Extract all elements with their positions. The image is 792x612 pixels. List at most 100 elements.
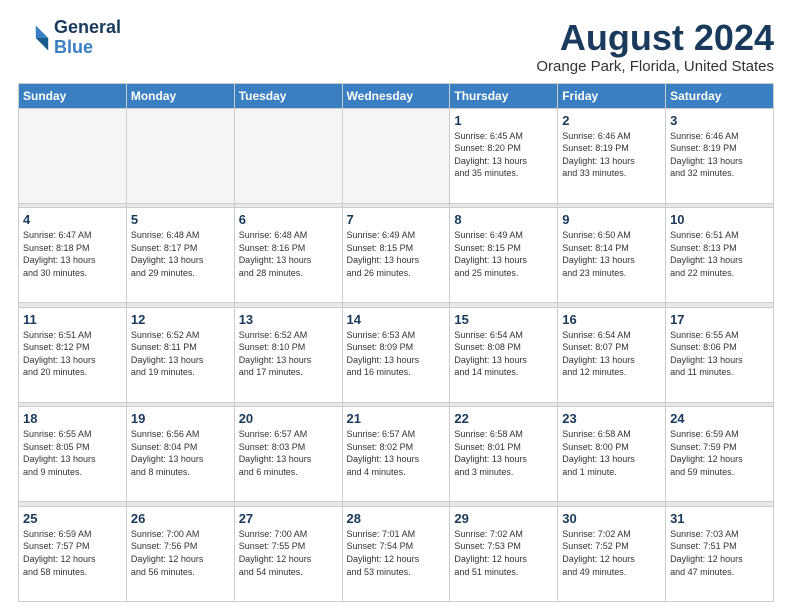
cell-w4-d7: 24Sunrise: 6:59 AMSunset: 7:59 PMDayligh… — [666, 407, 774, 502]
day-info: Sunrise: 6:58 AMSunset: 8:00 PMDaylight:… — [562, 428, 661, 478]
day-number: 7 — [347, 212, 446, 227]
page: General Blue August 2024 Orange Park, Fl… — [0, 0, 792, 612]
day-info: Sunrise: 6:54 AMSunset: 8:07 PMDaylight:… — [562, 329, 661, 379]
cell-w1-d7: 3 Sunrise: 6:46 AMSunset: 8:19 PMDaylight… — [666, 108, 774, 203]
logo-name-line1: General — [54, 18, 121, 38]
cell-w1-d4 — [342, 108, 450, 203]
cell-w3-d2: 12 Sunrise: 6:52 AMSunset: 8:11 PMDayligh… — [126, 307, 234, 402]
cell-w1-d2 — [126, 108, 234, 203]
header-monday: Monday — [126, 83, 234, 108]
day-info: Sunrise: 6:52 AMSunset: 8:10 PMDaylight:… — [239, 329, 338, 379]
day-number: 4 — [23, 212, 122, 227]
cell-w4-d4: 21 Sunrise: 6:57 AMSunset: 8:02 PMDayligh… — [342, 407, 450, 502]
weekday-header-row: Sunday Monday Tuesday Wednesday Thursday… — [19, 83, 774, 108]
cell-w1-d5: 1Sunrise: 6:45 AMSunset: 8:20 PMDaylight… — [450, 108, 558, 203]
day-number: 11 — [23, 312, 122, 327]
cell-w5-d4: 28 Sunrise: 7:01 AMSunset: 7:54 PMDayligh… — [342, 506, 450, 601]
day-info: Sunrise: 6:51 AMSunset: 8:13 PMDaylight:… — [670, 229, 769, 279]
week-row-1: 1Sunrise: 6:45 AMSunset: 8:20 PMDaylight… — [19, 108, 774, 203]
day-info: Sunrise: 6:55 AMSunset: 8:05 PMDaylight:… — [23, 428, 122, 478]
day-info: Sunrise: 7:02 AMSunset: 7:53 PMDaylight:… — [454, 528, 553, 578]
cell-w5-d2: 26Sunrise: 7:00 AMSunset: 7:56 PMDayligh… — [126, 506, 234, 601]
cell-w3-d4: 14 Sunrise: 6:53 AMSunset: 8:09 PMDayligh… — [342, 307, 450, 402]
day-number: 5 — [131, 212, 230, 227]
day-info: Sunrise: 6:48 AMSunset: 8:16 PMDaylight:… — [239, 229, 338, 279]
cell-w2-d6: 9Sunrise: 6:50 AMSunset: 8:14 PMDaylight… — [558, 208, 666, 303]
day-info: Sunrise: 6:51 AMSunset: 8:12 PMDaylight:… — [23, 329, 122, 379]
cell-w5-d1: 25 Sunrise: 6:59 AMSunset: 7:57 PMDayligh… — [19, 506, 127, 601]
header-saturday: Saturday — [666, 83, 774, 108]
day-number: 9 — [562, 212, 661, 227]
cell-w3-d6: 16Sunrise: 6:54 AMSunset: 8:07 PMDayligh… — [558, 307, 666, 402]
calendar-table: Sunday Monday Tuesday Wednesday Thursday… — [18, 83, 774, 602]
day-info: Sunrise: 6:57 AMSunset: 8:02 PMDaylight:… — [347, 428, 446, 478]
day-number: 27 — [239, 511, 338, 526]
day-number: 31 — [670, 511, 769, 526]
day-number: 6 — [239, 212, 338, 227]
day-info: Sunrise: 6:59 AMSunset: 7:57 PMDaylight:… — [23, 528, 122, 578]
day-info: Sunrise: 6:56 AMSunset: 8:04 PMDaylight:… — [131, 428, 230, 478]
day-info: Sunrise: 7:02 AMSunset: 7:52 PMDaylight:… — [562, 528, 661, 578]
day-number: 3 — [670, 113, 769, 128]
day-info: Sunrise: 6:45 AMSunset: 8:20 PMDaylight:… — [454, 130, 553, 180]
day-info: Sunrise: 6:49 AMSunset: 8:15 PMDaylight:… — [347, 229, 446, 279]
day-number: 14 — [347, 312, 446, 327]
day-number: 8 — [454, 212, 553, 227]
cell-w4-d6: 23 Sunrise: 6:58 AMSunset: 8:00 PMDayligh… — [558, 407, 666, 502]
day-number: 20 — [239, 411, 338, 426]
day-info: Sunrise: 6:54 AMSunset: 8:08 PMDaylight:… — [454, 329, 553, 379]
day-number: 30 — [562, 511, 661, 526]
day-info: Sunrise: 6:53 AMSunset: 8:09 PMDaylight:… — [347, 329, 446, 379]
header-thursday: Thursday — [450, 83, 558, 108]
title-block: August 2024 Orange Park, Florida, United… — [536, 18, 774, 75]
day-number: 17 — [670, 312, 769, 327]
day-number: 13 — [239, 312, 338, 327]
day-number: 12 — [131, 312, 230, 327]
logo-icon — [18, 22, 50, 54]
cell-w2-d2: 5Sunrise: 6:48 AMSunset: 8:17 PMDaylight… — [126, 208, 234, 303]
cell-w5-d6: 30 Sunrise: 7:02 AMSunset: 7:52 PMDayligh… — [558, 506, 666, 601]
cell-w5-d5: 29 Sunrise: 7:02 AMSunset: 7:53 PMDayligh… — [450, 506, 558, 601]
calendar-title: August 2024 — [536, 18, 774, 58]
day-number: 15 — [454, 312, 553, 327]
logo: General Blue — [18, 18, 121, 58]
day-info: Sunrise: 7:00 AMSunset: 7:55 PMDaylight:… — [239, 528, 338, 578]
day-info: Sunrise: 6:55 AMSunset: 8:06 PMDaylight:… — [670, 329, 769, 379]
cell-w1-d1 — [19, 108, 127, 203]
week-row-5: 25 Sunrise: 6:59 AMSunset: 7:57 PMDayligh… — [19, 506, 774, 601]
cell-w4-d1: 18 Sunrise: 6:55 AMSunset: 8:05 PMDayligh… — [19, 407, 127, 502]
cell-w2-d4: 7 Sunrise: 6:49 AMSunset: 8:15 PMDaylight… — [342, 208, 450, 303]
header-wednesday: Wednesday — [342, 83, 450, 108]
day-info: Sunrise: 7:01 AMSunset: 7:54 PMDaylight:… — [347, 528, 446, 578]
day-info: Sunrise: 6:52 AMSunset: 8:11 PMDaylight:… — [131, 329, 230, 379]
day-number: 21 — [347, 411, 446, 426]
day-info: Sunrise: 7:03 AMSunset: 7:51 PMDaylight:… — [670, 528, 769, 578]
cell-w2-d1: 4 Sunrise: 6:47 AMSunset: 8:18 PMDaylight… — [19, 208, 127, 303]
cell-w2-d3: 6 Sunrise: 6:48 AMSunset: 8:16 PMDaylight… — [234, 208, 342, 303]
calendar-subtitle: Orange Park, Florida, United States — [536, 58, 774, 75]
day-info: Sunrise: 6:58 AMSunset: 8:01 PMDaylight:… — [454, 428, 553, 478]
day-number: 19 — [131, 411, 230, 426]
day-info: Sunrise: 6:47 AMSunset: 8:18 PMDaylight:… — [23, 229, 122, 279]
day-number: 18 — [23, 411, 122, 426]
day-number: 29 — [454, 511, 553, 526]
header-sunday: Sunday — [19, 83, 127, 108]
day-number: 23 — [562, 411, 661, 426]
day-number: 28 — [347, 511, 446, 526]
cell-w2-d5: 8 Sunrise: 6:49 AMSunset: 8:15 PMDaylight… — [450, 208, 558, 303]
header: General Blue August 2024 Orange Park, Fl… — [18, 18, 774, 75]
cell-w4-d5: 22Sunrise: 6:58 AMSunset: 8:01 PMDayligh… — [450, 407, 558, 502]
day-info: Sunrise: 6:49 AMSunset: 8:15 PMDaylight:… — [454, 229, 553, 279]
day-info: Sunrise: 6:46 AMSunset: 8:19 PMDaylight:… — [562, 130, 661, 180]
cell-w3-d3: 13 Sunrise: 6:52 AMSunset: 8:10 PMDayligh… — [234, 307, 342, 402]
cell-w5-d3: 27 Sunrise: 7:00 AMSunset: 7:55 PMDayligh… — [234, 506, 342, 601]
day-info: Sunrise: 6:57 AMSunset: 8:03 PMDaylight:… — [239, 428, 338, 478]
cell-w4-d3: 20 Sunrise: 6:57 AMSunset: 8:03 PMDayligh… — [234, 407, 342, 502]
cell-w5-d7: 31 Sunrise: 7:03 AMSunset: 7:51 PMDayligh… — [666, 506, 774, 601]
day-number: 26 — [131, 511, 230, 526]
day-info: Sunrise: 6:46 AMSunset: 8:19 PMDaylight:… — [670, 130, 769, 180]
cell-w1-d3 — [234, 108, 342, 203]
day-number: 25 — [23, 511, 122, 526]
cell-w4-d2: 19 Sunrise: 6:56 AMSunset: 8:04 PMDayligh… — [126, 407, 234, 502]
week-row-3: 11 Sunrise: 6:51 AMSunset: 8:12 PMDayligh… — [19, 307, 774, 402]
